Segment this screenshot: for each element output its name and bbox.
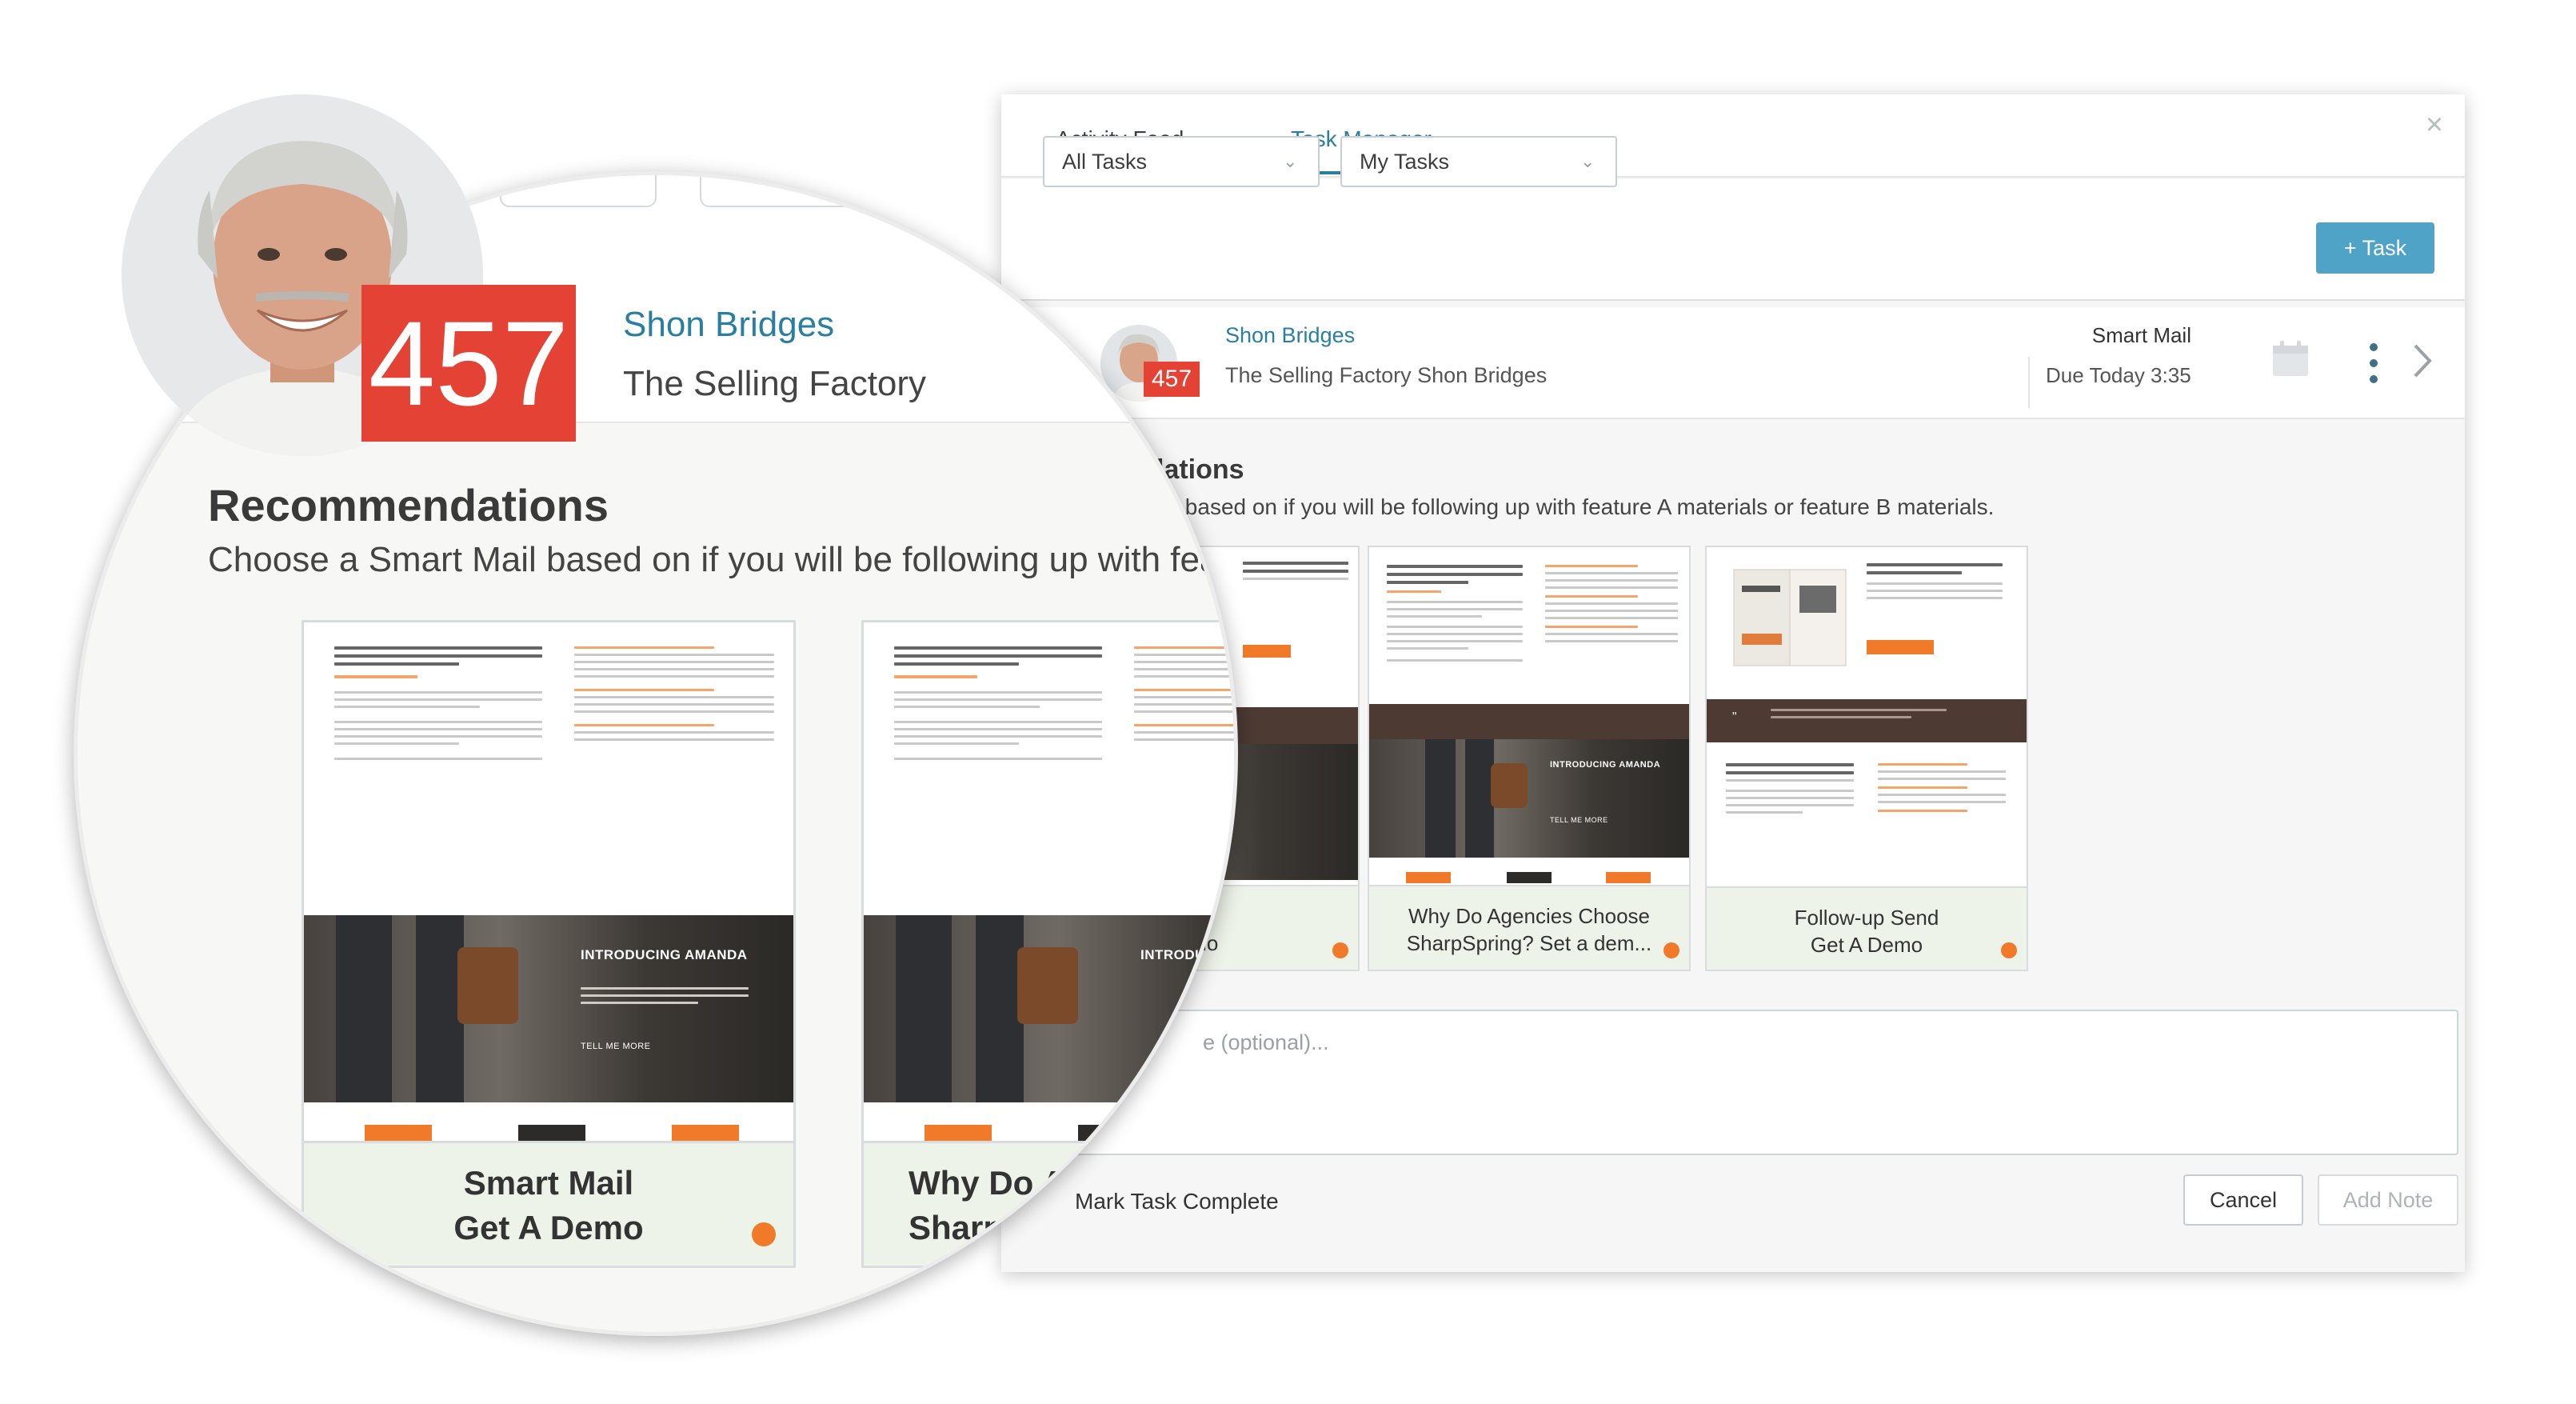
card-title-line2: Get A Demo [1810, 933, 1923, 957]
score-badge-large: 457 [361, 285, 576, 442]
card-title-line2: SharpSpring? Set a dem... [1406, 931, 1652, 955]
photo-caption: INTRODUCING AMANDA [581, 947, 748, 962]
magnified-company: The Selling Factory [623, 364, 927, 403]
status-dot [1332, 942, 1348, 958]
add-note-button[interactable]: Add Note [2318, 1174, 2458, 1226]
smart-mail-card[interactable]: INTRODUCING AMANDA TELL ME MORE Why Do A… [1368, 546, 1691, 971]
card-title-line2: Get A Demo [453, 1209, 644, 1246]
chevron-right-icon[interactable] [2410, 342, 2434, 379]
photo-caption: INTRODUCING AMANDA [1550, 760, 1661, 770]
smart-mail-card[interactable]: " Follow-up Send Get A Demo [1705, 546, 2028, 971]
photo-caption: INTRODUCING AMANDA [1140, 947, 1238, 962]
magnified-tab-edge [700, 175, 876, 207]
quote-icon: " [1732, 710, 1737, 724]
row-divider [2028, 357, 2030, 408]
card-title-line1: Why Do Ag [909, 1164, 1087, 1202]
card-footer: Why Do Ag SharpSp [864, 1141, 1234, 1266]
magnified-recommendations-description: Choose a Smart Mail based on if you will… [208, 540, 1238, 579]
photo-link: TELL ME MORE [1550, 816, 1608, 824]
close-icon[interactable]: × [2418, 109, 2450, 141]
status-dot [1663, 942, 1679, 958]
card-title-line1: Smart Mail [463, 1164, 634, 1202]
magnified-contact-name[interactable]: Shon Bridges [623, 305, 834, 345]
my-tasks-select[interactable]: My Tasks ⌄ [1340, 136, 1617, 187]
task-type: Smart Mail [2091, 323, 2191, 347]
cancel-button[interactable]: Cancel [2183, 1174, 2303, 1226]
card-footer: Why Do Agencies Choose SharpSpring? Set … [1369, 885, 1689, 970]
my-tasks-label: My Tasks [1360, 150, 1450, 174]
card-title-line1: Why Do Agencies Choose [1408, 904, 1651, 928]
all-tasks-label: All Tasks [1062, 150, 1148, 174]
add-task-button[interactable]: + Task [2316, 222, 2434, 274]
card-title-line1: Follow-up Send [1794, 906, 1939, 930]
contact-company: The Selling Factory Shon Bridges [1225, 363, 1548, 387]
chevron-down-icon: ⌄ [1283, 151, 1298, 171]
status-dot [752, 1222, 776, 1246]
card-footer: Follow-up Send Get A Demo [1707, 886, 2027, 970]
photo-link: TELL ME MORE [581, 1042, 651, 1051]
stage: Activity Feed Task Manager × All Tasks ⌄… [0, 0, 2576, 1404]
magnified-smart-mail-card[interactable]: INTRODUCING AMANDA TELL ME MORE Smart Ma… [302, 620, 796, 1268]
card-title-line2: SharpSp [909, 1209, 1047, 1246]
more-options-icon[interactable] [2366, 341, 2382, 386]
book-image [1733, 569, 1847, 666]
magnified-recommendations-title: Recommendations [208, 480, 609, 530]
calendar-icon[interactable] [2270, 338, 2311, 379]
magnified-tab-edge [500, 175, 657, 207]
magnified-smart-mail-card[interactable]: INTRODUCING AMANDA Why Do Ag SharpSp [861, 620, 1238, 1268]
recommendations-description: ail based on if you will be following up… [1156, 494, 1995, 519]
note-textarea[interactable]: e (optional)... [1036, 1010, 2458, 1155]
status-dot [2001, 942, 2017, 958]
task-due: Due Today 3:35 [2046, 363, 2191, 387]
chevron-down-icon: ⌄ [1580, 151, 1596, 171]
contact-name-link[interactable]: Shon Bridges [1225, 323, 1355, 348]
card-footer: Smart Mail Get A Demo [304, 1141, 793, 1266]
